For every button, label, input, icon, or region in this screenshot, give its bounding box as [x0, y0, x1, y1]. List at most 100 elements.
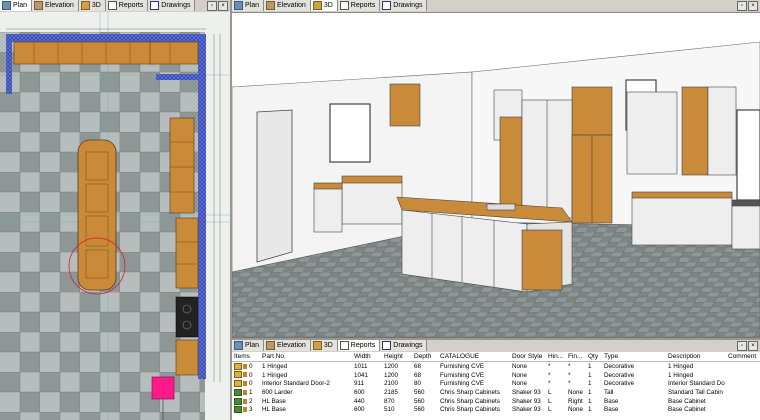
- table-cell-part: Interior Standard Door-2: [262, 380, 330, 388]
- table-cell-comment: [726, 379, 760, 388]
- tab-reports[interactable]: Reports: [337, 340, 381, 351]
- item-type-icon: [234, 406, 242, 414]
- restore-icon[interactable]: ▫: [737, 341, 747, 351]
- table-cell-type: Decorative: [604, 362, 635, 370]
- table-cell-type: Decorative: [604, 380, 635, 388]
- table-cell-desc: Base Cabinet: [668, 397, 706, 405]
- right-base-run[interactable]: [631, 191, 760, 250]
- wall-return[interactable]: [156, 74, 198, 80]
- column-header[interactable]: Width: [352, 352, 382, 362]
- tab-elevation[interactable]: Elevation: [32, 0, 79, 11]
- tab-reports[interactable]: Reports: [337, 0, 381, 11]
- item-status-icon: [243, 381, 247, 387]
- table-cell-depth: 68: [414, 362, 422, 370]
- table-cell-comment: [726, 397, 760, 406]
- tab-plan[interactable]: Plan: [0, 0, 33, 11]
- column-header[interactable]: Type: [602, 352, 666, 362]
- item-status-icon: [243, 372, 247, 378]
- report-pane[interactable]: Plan Elevation 3D Reports Drawings ▫ × It…: [232, 340, 760, 420]
- tab-3d[interactable]: 3D: [310, 340, 338, 351]
- left-base-run[interactable]: [313, 175, 403, 233]
- table-cell-type: Decorative: [604, 371, 635, 379]
- table-row[interactable]: 0 1 Hinged 1041 1200 68 Furnishing CVE None * * 1…: [232, 371, 760, 380]
- tab-drawings[interactable]: Drawings: [148, 0, 196, 11]
- table-cell-catalogue: Chris Sharp Cabinets: [440, 388, 500, 396]
- 3d-render-canvas[interactable]: [232, 12, 760, 338]
- column-header[interactable]: Fin...: [566, 352, 586, 362]
- table-cell-comment: [726, 362, 760, 371]
- floor-plan-canvas[interactable]: [0, 12, 230, 420]
- tab-label: Elevation: [277, 342, 306, 349]
- table-cell-desc: Base Cabinet: [668, 406, 706, 414]
- column-header[interactable]: CATALOGUE: [438, 352, 510, 362]
- column-header[interactable]: Comment: [726, 352, 760, 362]
- table-cell-qty: 1: [588, 362, 592, 370]
- close-icon[interactable]: ×: [748, 341, 758, 351]
- tab-label: Drawings: [393, 342, 423, 349]
- tab-3d[interactable]: 3D: [310, 0, 338, 11]
- column-header[interactable]: Depth: [412, 352, 438, 362]
- table-cell-item: 2: [232, 397, 260, 406]
- wall-left-stub[interactable]: [6, 34, 12, 94]
- selection-handle[interactable]: [151, 376, 175, 400]
- table-row[interactable]: 0 1 Hinged 1011 1200 68 Furnishing CVE None * * 1…: [232, 362, 760, 371]
- table-cell-qty: 1: [588, 397, 592, 405]
- table-cell-comment: [726, 388, 760, 397]
- restore-icon[interactable]: ▫: [207, 1, 217, 11]
- table-row[interactable]: 3 HL Base 600 510 560 Chris Sharp Cabinets Sha…: [232, 405, 760, 414]
- wall-right[interactable]: [198, 34, 206, 379]
- elevation-icon: [34, 1, 44, 10]
- plan-window-controls: ▫ ×: [207, 1, 228, 11]
- table-cell-item: 0: [232, 371, 260, 380]
- table-row[interactable]: 0 Interior Standard Door-2 911 2100 80 Furnis…: [232, 379, 760, 388]
- reports-icon: [339, 341, 349, 350]
- tab-plan[interactable]: Plan: [232, 340, 265, 351]
- table-cell-width: 600: [354, 406, 365, 414]
- tab-drawings[interactable]: Drawings: [380, 0, 428, 11]
- wall-top[interactable]: [6, 34, 206, 42]
- table-row[interactable]: 1 600 Larder 600 2185 560 Chris Sharp Cabinet…: [232, 388, 760, 397]
- tab-label: Reports: [350, 2, 376, 9]
- close-icon[interactable]: ×: [218, 1, 228, 11]
- item-number: 2: [249, 397, 253, 405]
- tab-plan[interactable]: Plan: [232, 0, 265, 11]
- tab-drawings[interactable]: Drawings: [380, 340, 428, 351]
- item-type-icon: [234, 380, 242, 388]
- restore-icon[interactable]: ▫: [737, 1, 747, 11]
- column-header[interactable]: Description: [666, 352, 726, 362]
- column-header[interactable]: Height: [382, 352, 412, 362]
- island-unit[interactable]: [77, 139, 117, 291]
- 3d-view-pane[interactable]: Plan Elevation 3D Reports Drawings ▫ ×: [232, 0, 760, 338]
- item-number: 0: [249, 362, 253, 370]
- drawings-icon: [150, 1, 160, 10]
- table-cell-catalogue: Furnishing CVE: [440, 362, 485, 370]
- table-cell-item: 0: [232, 362, 260, 371]
- table-cell-width: 1011: [354, 362, 368, 370]
- tab-label: Reports: [350, 342, 376, 349]
- column-header[interactable]: Qty: [586, 352, 602, 362]
- column-header[interactable]: Part No.: [260, 352, 352, 362]
- table-cell-width: 440: [354, 397, 365, 405]
- item-status-icon: [243, 398, 247, 404]
- tab-3d[interactable]: 3D: [78, 0, 106, 11]
- table-cell-fin: *: [568, 371, 571, 379]
- column-header[interactable]: Door Style: [510, 352, 546, 362]
- column-header[interactable]: Items: [232, 352, 260, 362]
- hob[interactable]: [175, 296, 199, 338]
- tab-label: Reports: [118, 2, 144, 9]
- plan-view-pane[interactable]: Plan Elevation 3D Reports Drawings ▫ ×: [0, 0, 230, 420]
- table-cell-height: 1200: [384, 371, 399, 379]
- tab-reports[interactable]: Reports: [105, 0, 149, 11]
- table-cell-fin: None: [568, 388, 584, 396]
- item-type-icon: [234, 388, 242, 396]
- table-cell-height: 870: [384, 397, 395, 405]
- column-header[interactable]: Hin...: [546, 352, 566, 362]
- table-row[interactable]: 2 HL Base 440 870 560 Chris Sharp Cabinets Sha…: [232, 397, 760, 406]
- table-cell-hin: L: [548, 388, 552, 396]
- tab-elevation[interactable]: Elevation: [264, 0, 311, 11]
- tab-label: Plan: [13, 2, 28, 9]
- base-cabinet[interactable]: [175, 339, 199, 376]
- close-icon[interactable]: ×: [748, 1, 758, 11]
- tab-elevation[interactable]: Elevation: [264, 340, 311, 351]
- table-cell-type: Tall: [604, 388, 614, 396]
